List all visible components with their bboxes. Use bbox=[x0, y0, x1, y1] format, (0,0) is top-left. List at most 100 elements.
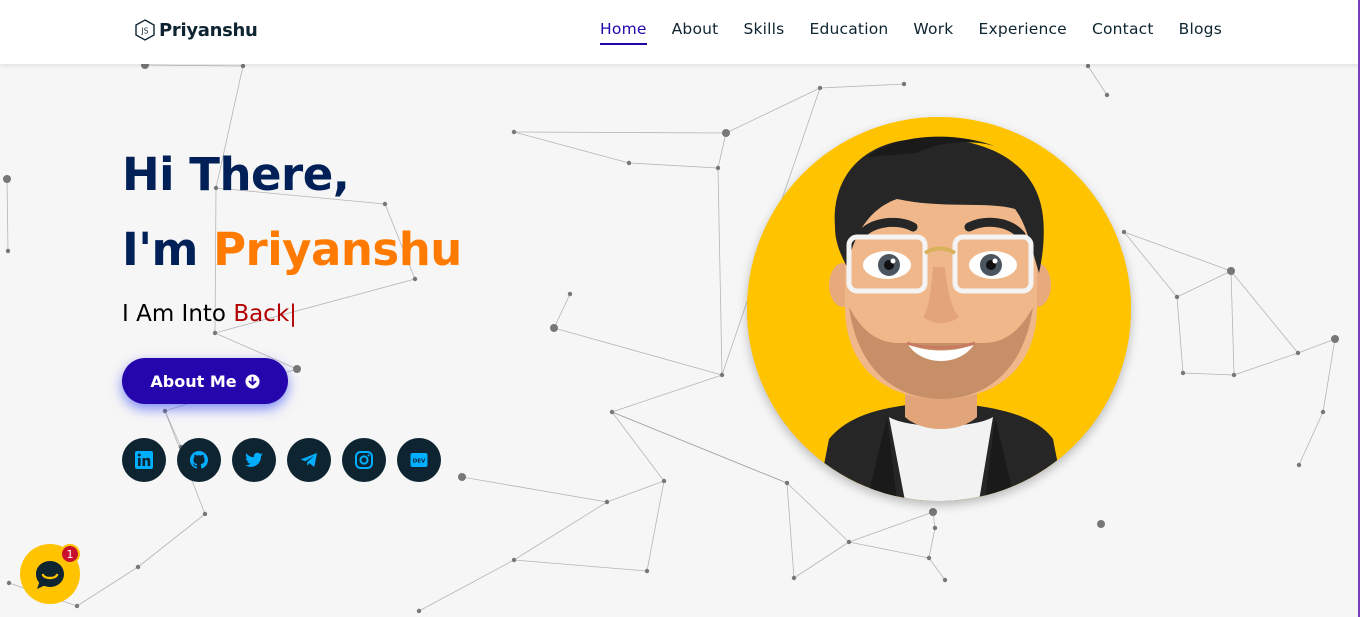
network-node bbox=[604, 499, 610, 505]
network-node bbox=[1085, 63, 1091, 69]
network-node bbox=[719, 372, 725, 378]
nav-work[interactable]: Work bbox=[913, 20, 953, 45]
network-node bbox=[626, 160, 632, 166]
network-node bbox=[609, 409, 615, 415]
network-node bbox=[1121, 229, 1127, 235]
dev-icon: DEV bbox=[410, 453, 428, 467]
network-node bbox=[74, 603, 80, 609]
about-me-button[interactable]: About Me bbox=[122, 358, 288, 404]
network-edge bbox=[137, 513, 206, 568]
instagram-icon bbox=[355, 451, 373, 469]
network-edge bbox=[717, 132, 727, 169]
network-node bbox=[1331, 335, 1339, 343]
hero-intro: I'm Priyanshu bbox=[122, 221, 462, 279]
avatar-illustration bbox=[747, 117, 1131, 501]
nav-experience[interactable]: Experience bbox=[978, 20, 1066, 45]
network-edge bbox=[611, 411, 788, 484]
network-node bbox=[567, 291, 573, 297]
network-node bbox=[1295, 350, 1301, 356]
arrow-circle-down-icon bbox=[245, 373, 260, 389]
network-edge bbox=[611, 374, 723, 413]
twitter-icon bbox=[245, 452, 263, 467]
network-edge bbox=[606, 480, 665, 503]
network-node bbox=[784, 480, 790, 486]
network-node bbox=[942, 577, 948, 583]
network-edge bbox=[1087, 65, 1108, 96]
network-edge bbox=[144, 64, 244, 67]
network-node bbox=[240, 63, 246, 69]
brand-logo[interactable]: JS Priyanshu bbox=[135, 19, 258, 41]
network-node bbox=[722, 129, 730, 137]
hero-greeting: Hi There, bbox=[122, 148, 350, 201]
profile-avatar bbox=[747, 117, 1131, 501]
network-node bbox=[1104, 92, 1110, 98]
social-links: DEV bbox=[122, 438, 441, 482]
typed-text: I Am Into Back| bbox=[122, 301, 297, 327]
telegram-link[interactable] bbox=[287, 438, 331, 482]
main-nav: Home About Skills Education Work Experie… bbox=[575, 20, 1222, 45]
dev-link[interactable]: DEV bbox=[397, 438, 441, 482]
network-edge bbox=[928, 527, 936, 559]
nav-blogs[interactable]: Blogs bbox=[1179, 20, 1222, 45]
network-edge bbox=[646, 480, 665, 572]
network-edge bbox=[848, 541, 930, 559]
network-edge bbox=[1182, 372, 1235, 376]
telegram-icon bbox=[300, 453, 317, 467]
network-edge bbox=[1322, 338, 1336, 413]
twitter-link[interactable] bbox=[232, 438, 276, 482]
network-edge bbox=[418, 559, 515, 612]
network-node bbox=[550, 324, 558, 332]
network-edge bbox=[461, 476, 608, 503]
network-edge bbox=[1298, 411, 1324, 466]
network-edge bbox=[1230, 270, 1235, 376]
network-node bbox=[1231, 372, 1237, 378]
network-node bbox=[901, 81, 907, 87]
network-edge bbox=[76, 566, 139, 607]
network-edge bbox=[786, 482, 795, 579]
linkedin-icon bbox=[135, 451, 153, 469]
network-edge bbox=[1176, 270, 1232, 298]
network-node bbox=[6, 580, 12, 586]
network-node bbox=[212, 330, 218, 336]
network-node bbox=[1180, 370, 1186, 376]
network-node bbox=[416, 608, 422, 614]
linkedin-link[interactable] bbox=[122, 438, 166, 482]
network-edge bbox=[1297, 338, 1336, 354]
typed-prefix: I Am Into bbox=[122, 301, 234, 327]
typed-cursor: | bbox=[289, 301, 297, 327]
network-node bbox=[511, 557, 517, 563]
network-node bbox=[202, 511, 208, 517]
nav-about[interactable]: About bbox=[672, 20, 719, 45]
nav-contact[interactable]: Contact bbox=[1092, 20, 1154, 45]
hero-name: Priyanshu bbox=[213, 223, 462, 276]
chat-bubble-icon bbox=[36, 561, 64, 589]
network-edge bbox=[513, 131, 727, 134]
nav-skills[interactable]: Skills bbox=[743, 20, 784, 45]
network-edge bbox=[1233, 352, 1299, 376]
network-node bbox=[791, 575, 797, 581]
instagram-link[interactable] bbox=[342, 438, 386, 482]
hero-heading: Hi There, I'm Priyanshu bbox=[122, 146, 462, 279]
network-node bbox=[1097, 520, 1105, 528]
network-node bbox=[846, 539, 852, 545]
network-edge bbox=[819, 83, 905, 89]
network-node bbox=[3, 175, 11, 183]
nav-home[interactable]: Home bbox=[600, 20, 647, 45]
chat-notification-badge: 1 bbox=[60, 544, 80, 564]
network-edge bbox=[553, 327, 723, 376]
network-node bbox=[1174, 294, 1180, 300]
svg-text:DEV: DEV bbox=[413, 459, 426, 465]
network-node bbox=[715, 165, 721, 171]
typed-word: Back bbox=[233, 301, 290, 327]
nav-education[interactable]: Education bbox=[809, 20, 888, 45]
network-node bbox=[926, 555, 932, 561]
github-link[interactable] bbox=[177, 438, 221, 482]
network-node bbox=[1227, 267, 1235, 275]
network-node bbox=[1320, 409, 1326, 415]
network-edge bbox=[848, 511, 934, 543]
network-edge bbox=[717, 167, 723, 376]
network-edge bbox=[928, 557, 946, 581]
network-edge bbox=[786, 482, 850, 543]
network-edge bbox=[513, 501, 608, 561]
network-node bbox=[1296, 462, 1302, 468]
